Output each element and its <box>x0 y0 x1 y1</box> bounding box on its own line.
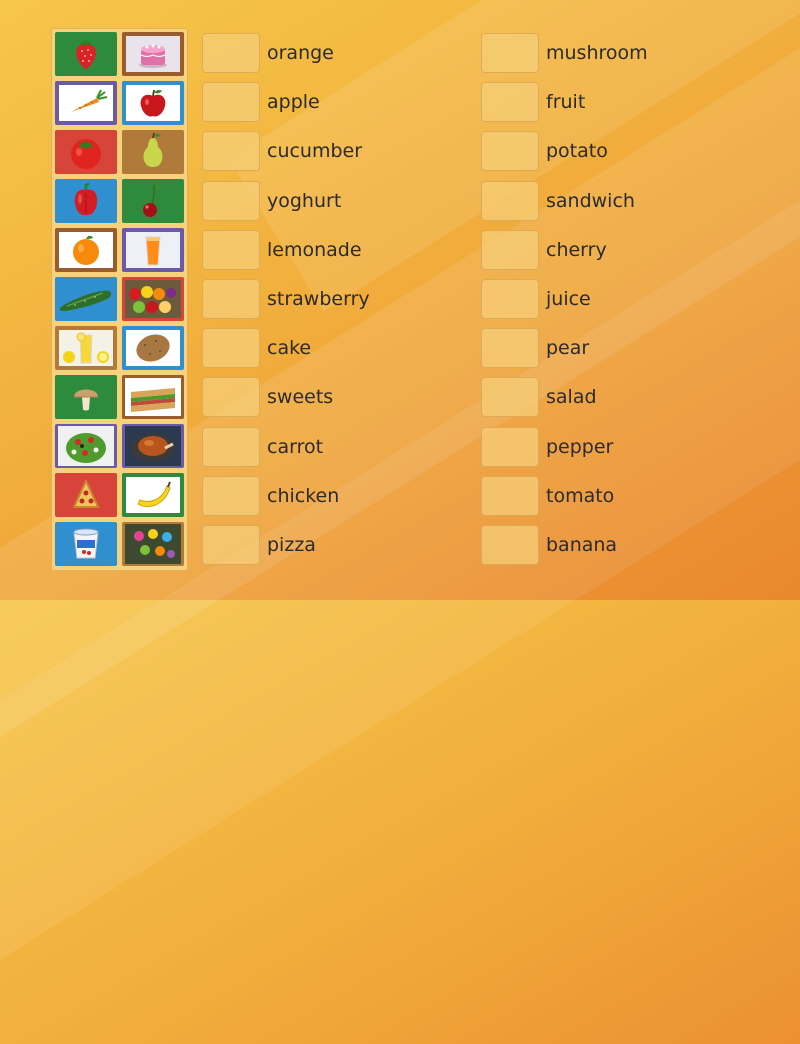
tile-salad[interactable] <box>55 424 117 468</box>
potato-icon <box>136 334 170 362</box>
drop-slot-tomato[interactable] <box>481 476 539 516</box>
drop-slot-pear[interactable] <box>481 328 539 368</box>
tile-orange[interactable] <box>55 228 117 272</box>
pepper-icon <box>74 182 98 216</box>
tile-apple[interactable] <box>122 81 184 125</box>
drop-slot-sandwich[interactable] <box>481 181 539 221</box>
word-label-salad: salad <box>546 386 597 408</box>
word-label-yoghurt: yoghurt <box>267 190 342 212</box>
word-label-juice: juice <box>546 288 591 310</box>
drop-slot-sweets[interactable] <box>202 377 260 417</box>
word-label-sandwich: sandwich <box>546 190 635 212</box>
drop-slot-fruit[interactable] <box>481 82 539 122</box>
word-label-tomato: tomato <box>546 485 615 507</box>
tile-potato[interactable] <box>122 326 184 370</box>
drop-slot-yoghurt[interactable] <box>202 181 260 221</box>
cherry-icon <box>143 184 162 217</box>
tile-lemonade[interactable] <box>55 326 117 370</box>
drop-slot-cake[interactable] <box>202 328 260 368</box>
drop-slot-juice[interactable] <box>481 279 539 319</box>
sandwich-icon <box>125 378 181 416</box>
drop-slot-salad[interactable] <box>481 377 539 417</box>
tile-mushroom[interactable] <box>55 375 117 419</box>
word-label-carrot: carrot <box>267 436 324 458</box>
tile-cherry[interactable] <box>122 179 184 223</box>
drop-slot-pizza[interactable] <box>202 525 260 565</box>
lemonade-icon <box>63 332 109 364</box>
word-label-chicken: chicken <box>267 485 340 507</box>
drop-slot-banana[interactable] <box>481 525 539 565</box>
drop-slot-potato[interactable] <box>481 131 539 171</box>
drop-slot-carrot[interactable] <box>202 427 260 467</box>
word-label-strawberry: strawberry <box>267 288 370 310</box>
tile-sweets[interactable] <box>122 522 184 566</box>
pizza-icon <box>72 478 100 508</box>
tile-carrot[interactable] <box>55 81 117 125</box>
drop-slot-chicken[interactable] <box>202 476 260 516</box>
cake-icon <box>139 44 167 68</box>
tile-banana[interactable] <box>122 473 184 517</box>
tile-cake[interactable] <box>122 32 184 76</box>
word-label-sweets: sweets <box>267 386 334 408</box>
strawberry-icon <box>76 40 96 69</box>
word-label-lemonade: lemonade <box>267 239 362 261</box>
orange-icon <box>73 235 99 265</box>
word-label-pepper: pepper <box>546 436 614 458</box>
drop-slot-mushroom[interactable] <box>481 33 539 73</box>
juice-icon <box>145 236 161 266</box>
tile-pear[interactable] <box>122 130 184 174</box>
drop-slot-strawberry[interactable] <box>202 279 260 319</box>
word-label-pear: pear <box>546 337 590 359</box>
drop-slot-cherry[interactable] <box>481 230 539 270</box>
tile-chicken[interactable] <box>122 424 184 468</box>
tile-sandwich[interactable] <box>122 375 184 419</box>
apple-icon <box>140 89 166 117</box>
tile-pizza[interactable] <box>55 473 117 517</box>
tile-strawberry[interactable] <box>55 32 117 76</box>
drop-slot-pepper[interactable] <box>481 427 539 467</box>
word-label-banana: banana <box>546 534 618 556</box>
word-label-cucumber: cucumber <box>267 140 363 162</box>
banana-icon <box>137 481 171 508</box>
word-label-cake: cake <box>267 337 312 359</box>
drop-slot-lemonade[interactable] <box>202 230 260 270</box>
tile-cucumber[interactable] <box>55 277 117 321</box>
word-label-potato: potato <box>546 140 608 162</box>
drop-slot-apple[interactable] <box>202 82 260 122</box>
word-label-cherry: cherry <box>546 239 607 261</box>
word-label-mushroom: mushroom <box>546 42 648 64</box>
drop-slot-cucumber[interactable] <box>202 131 260 171</box>
chicken-icon <box>125 426 181 466</box>
tile-tomato[interactable] <box>55 130 117 174</box>
salad-icon <box>58 426 114 466</box>
tile-juice[interactable] <box>122 228 184 272</box>
tile-pepper[interactable] <box>55 179 117 223</box>
picture-tile-tray <box>51 28 188 571</box>
tile-fruit[interactable] <box>122 277 184 321</box>
word-label-orange: orange <box>267 42 334 64</box>
cucumber-icon <box>59 290 112 311</box>
tile-yoghurt[interactable] <box>55 522 117 566</box>
word-label-pizza: pizza <box>267 534 316 556</box>
yoghurt-icon <box>73 528 99 559</box>
word-label-apple: apple <box>267 91 320 113</box>
word-label-fruit: fruit <box>546 91 586 113</box>
fruit-icon <box>125 280 181 318</box>
drop-slot-orange[interactable] <box>202 33 260 73</box>
sweets-icon <box>125 524 181 564</box>
tomato-icon <box>71 139 101 169</box>
pear-icon <box>143 132 163 167</box>
mushroom-icon <box>74 389 98 411</box>
carrot-icon <box>71 89 108 112</box>
